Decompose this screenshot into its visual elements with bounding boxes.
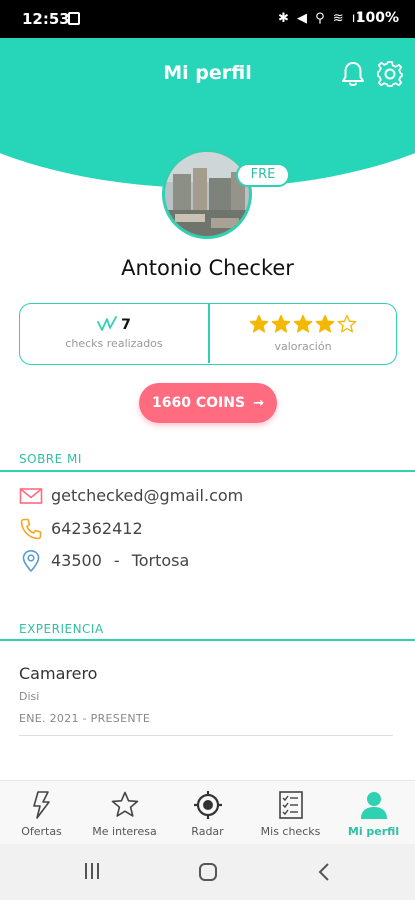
phone-value: 642362412 (51, 519, 143, 538)
battery-level: 100% (355, 10, 399, 26)
tab-label: Mi perfil (347, 825, 400, 838)
radar-icon (193, 791, 222, 819)
rating-label: valoración (274, 340, 332, 353)
back-icon (318, 863, 329, 881)
bottom-tab-bar: Ofertas Me interesa Radar Mis checks Mi … (0, 780, 415, 844)
checks-label: checks realizados (65, 337, 163, 350)
tab-mis-checks[interactable]: Mis checks (249, 781, 332, 845)
tab-ofertas[interactable]: Ofertas (0, 781, 83, 845)
mail-icon (19, 488, 43, 504)
tab-label: Ofertas (21, 825, 62, 838)
experience-dates: ENE. 2021 - PRESENTE (19, 712, 151, 725)
profile-name: Antonio Checker (121, 256, 294, 280)
status-time: 12:53 (22, 10, 70, 28)
tab-label: Radar (191, 825, 224, 838)
bell-icon[interactable] (340, 60, 366, 88)
experience-divider (19, 735, 393, 736)
experience-section-title: EXPERIENCIA (19, 622, 104, 636)
rating-stat[interactable]: valoración (210, 304, 396, 363)
gear-icon[interactable] (376, 60, 404, 88)
profile-stats: 7 checks realizados valoración (19, 303, 397, 365)
tab-radar[interactable]: Radar (166, 781, 249, 845)
user-icon (360, 792, 387, 819)
about-section-divider (0, 470, 415, 472)
star-icon (111, 791, 138, 817)
checklist-icon (278, 791, 303, 819)
status-bar: 12:53 ✱ ◀ ⚲ ≋ ıl 100% (0, 0, 415, 38)
checks-count: 7 (121, 317, 131, 333)
location-separator: - (113, 551, 120, 570)
star-filled-icon (271, 314, 291, 333)
checks-icon (97, 316, 118, 331)
experience-company: Disi (19, 690, 40, 703)
city: Tortosa (131, 551, 190, 570)
tab-label: Me interesa (92, 825, 157, 838)
phone-icon (20, 518, 42, 540)
avatar-photo (165, 152, 249, 236)
about-section-title: SOBRE MI (19, 452, 82, 466)
system-navigation-bar (0, 844, 415, 900)
recent-apps-button[interactable] (52, 844, 132, 900)
arrow-right-icon: → (253, 396, 264, 411)
notification-icon (68, 12, 80, 25)
postal-code: 43500 (51, 551, 102, 570)
lightning-icon (32, 791, 50, 819)
system-icons: ✱ ◀ ⚲ ≋ ıl (277, 11, 363, 26)
home-button[interactable] (168, 844, 248, 900)
recent-apps-icon (85, 863, 99, 879)
tab-label: Mis checks (260, 825, 321, 838)
email-value: getchecked@gmail.com (51, 486, 244, 505)
home-icon (199, 863, 217, 881)
tab-mi-perfil[interactable]: Mi perfil (332, 781, 415, 845)
checks-stat[interactable]: 7 checks realizados (20, 304, 208, 363)
tab-me-interesa[interactable]: Me interesa (83, 781, 166, 845)
star-filled-icon (315, 314, 335, 333)
star-empty-icon (337, 314, 357, 333)
location-pin-icon (22, 549, 40, 573)
coins-button[interactable]: 1660 COINS → (139, 383, 277, 423)
star-filled-icon (293, 314, 313, 333)
experience-role[interactable]: Camarero (19, 664, 97, 683)
rating-stars (210, 314, 396, 336)
star-filled-icon (249, 314, 269, 333)
back-button[interactable] (284, 844, 364, 900)
experience-section-divider (0, 639, 415, 641)
coins-label: 1660 COINS (152, 395, 246, 411)
plan-badge: FRE (236, 163, 290, 187)
avatar[interactable] (162, 149, 252, 239)
